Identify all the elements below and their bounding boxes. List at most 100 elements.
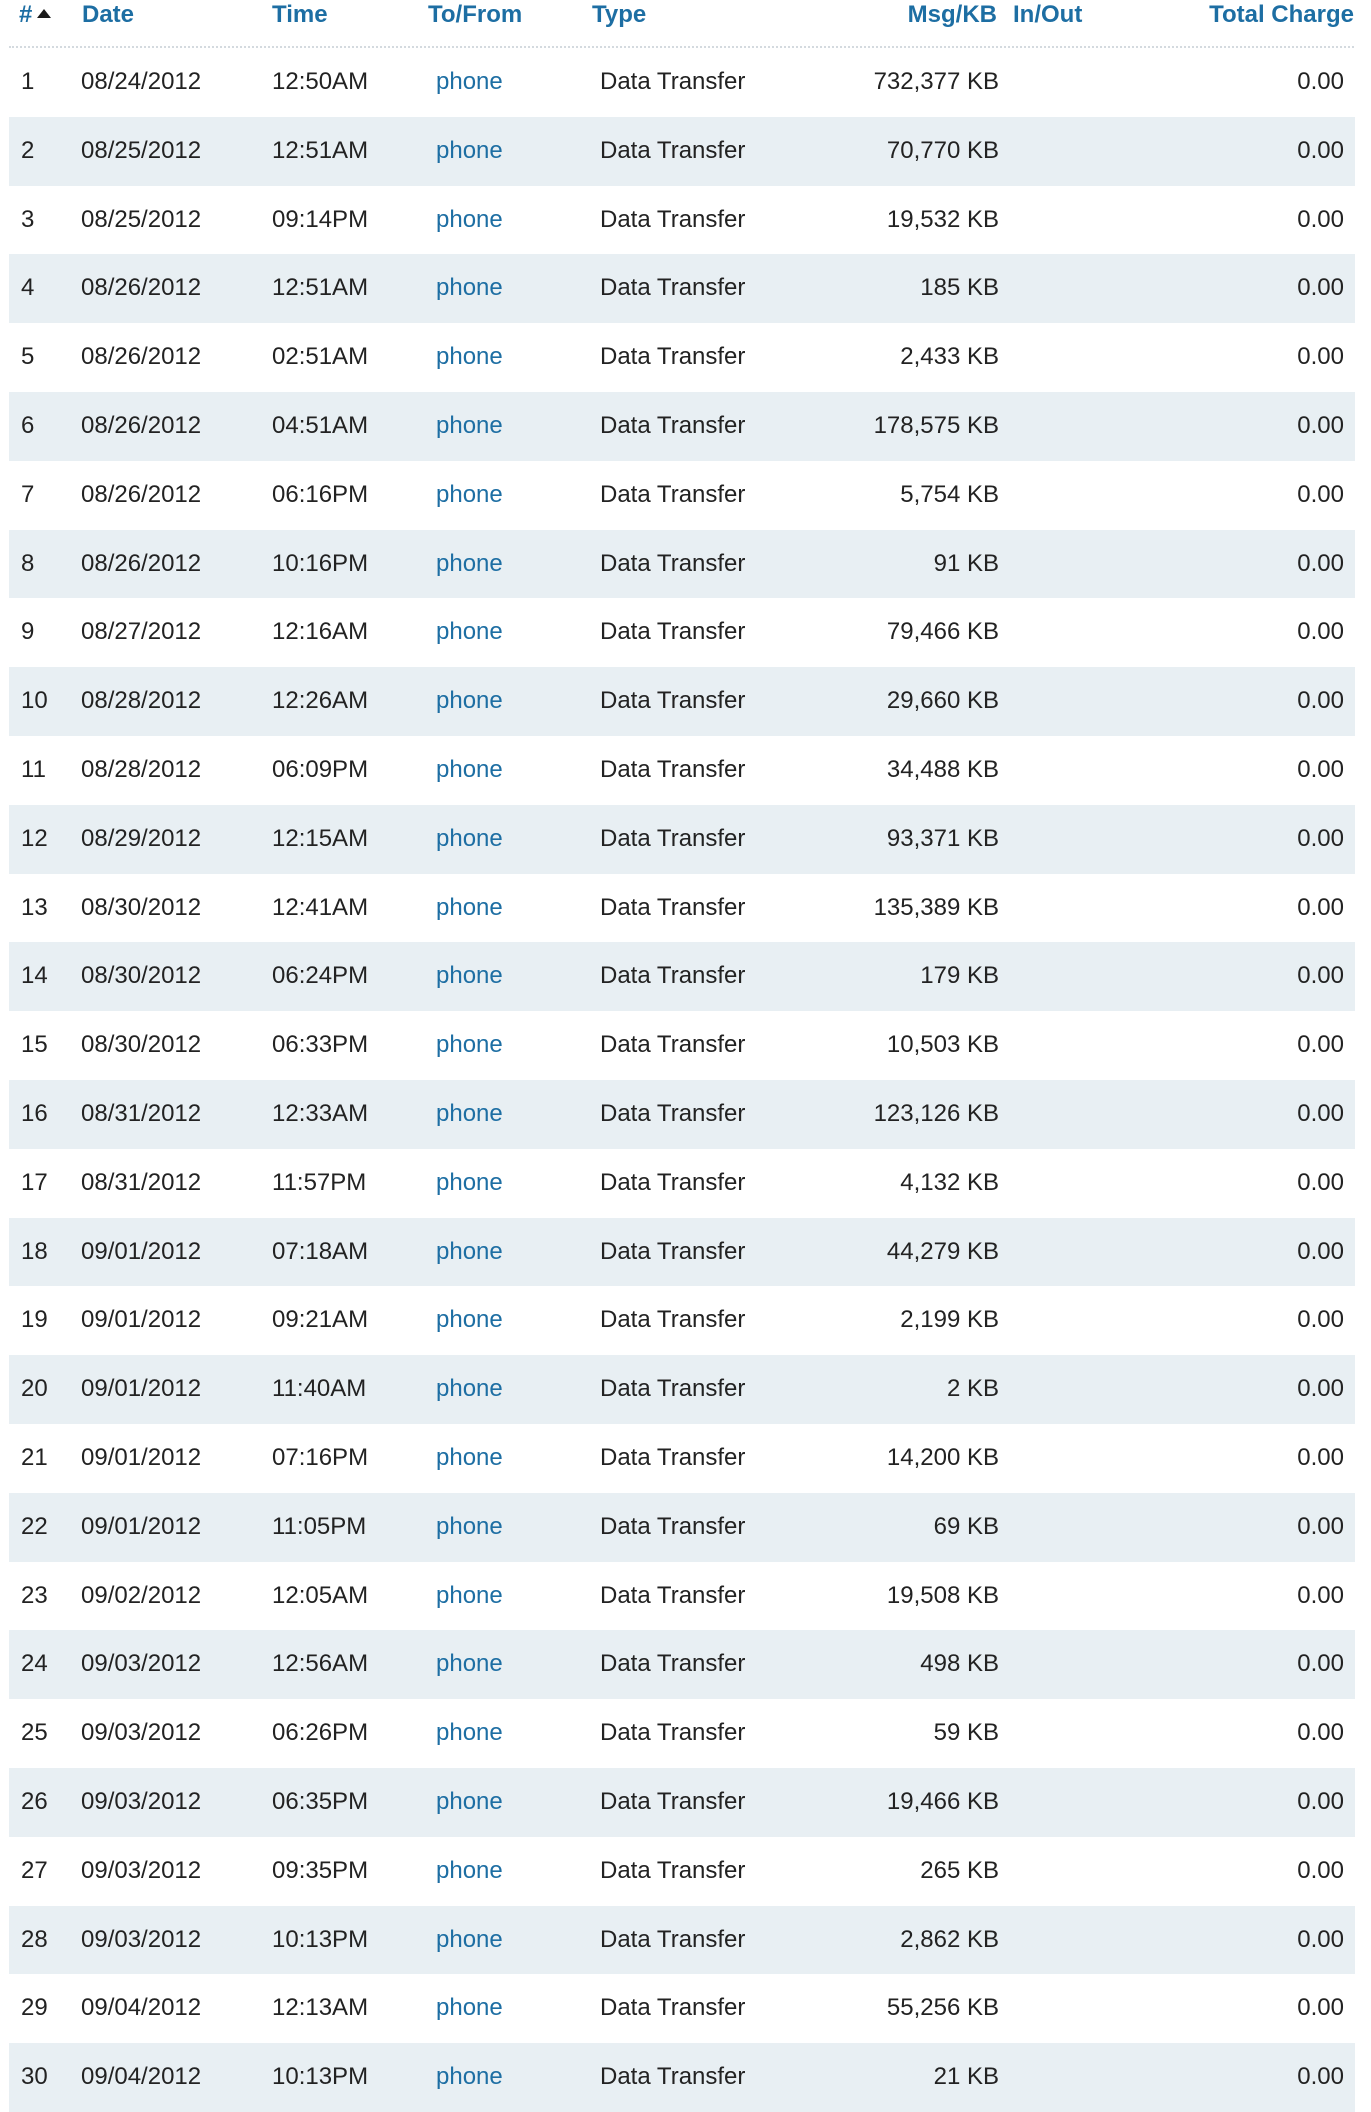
row-to-from-link[interactable]: phone	[436, 1630, 503, 1699]
column-header-to-from[interactable]: To/From	[428, 0, 522, 30]
row-date: 08/26/2012	[81, 480, 202, 508]
table-row: 12 08/29/2012 12:15AM phone Data Transfer 93,…	[9, 804, 1355, 874]
row-to-from-link[interactable]: phone	[436, 48, 503, 117]
row-to-from-link[interactable]: phone	[436, 461, 503, 530]
table-row: 9 08/27/2012 12:16AM phone Data Transfer 79,4…	[9, 598, 1355, 667]
row-type: Data Transfer	[600, 205, 746, 233]
row-total-charge: 0.00	[1297, 411, 1344, 439]
row-to-from-link[interactable]: phone	[436, 805, 503, 874]
row-time: 06:09PM	[272, 755, 369, 783]
row-msg-kb: 178,575 KB	[873, 411, 999, 439]
row-to-from-link[interactable]: phone	[436, 1286, 503, 1355]
row-to-from-link[interactable]: phone	[436, 1011, 503, 1080]
table-row: 19 09/01/2012 09:21AM phone Data Transfer 2,1…	[9, 1286, 1355, 1355]
row-to-from-link[interactable]: phone	[436, 598, 503, 667]
table-row: 16 08/31/2012 12:33AM phone Data Transfer 123…	[9, 1079, 1355, 1149]
row-to-from-link[interactable]: phone	[436, 942, 503, 1011]
row-date: 08/26/2012	[81, 343, 202, 371]
row-to-from-link[interactable]: phone	[436, 1424, 503, 1493]
row-type: Data Transfer	[600, 1375, 746, 1403]
row-to-from-link[interactable]: phone	[436, 1149, 503, 1218]
row-date: 08/26/2012	[81, 274, 202, 302]
row-time: 06:35PM	[272, 1787, 369, 1815]
row-to-from-link[interactable]: phone	[436, 530, 503, 599]
row-to-from-link[interactable]: phone	[436, 1699, 503, 1768]
row-to-from-link[interactable]: phone	[436, 1974, 503, 2043]
row-to-from-link[interactable]: phone	[436, 874, 503, 943]
row-date: 08/28/2012	[81, 755, 202, 783]
table-row: 6 08/26/2012 04:51AM phone Data Transfer 178,…	[9, 391, 1355, 461]
row-to-from-link[interactable]: phone	[436, 1355, 503, 1424]
row-time: 10:16PM	[272, 549, 369, 577]
row-number: 29	[21, 1994, 48, 2022]
row-number: 7	[21, 480, 35, 508]
row-to-from-link[interactable]: phone	[436, 1493, 503, 1562]
table-row: 24 09/03/2012 12:56AM phone Data Transfer 498…	[9, 1630, 1355, 1700]
row-type: Data Transfer	[600, 1650, 746, 1678]
row-msg-kb: 29,660 KB	[886, 687, 999, 715]
row-to-from-link[interactable]: phone	[436, 1906, 503, 1975]
table-row: 7 08/26/2012 06:16PM phone Data Transfer 5,75…	[9, 461, 1355, 530]
table-row: 15 08/30/2012 06:33PM phone Data Transfer 10,…	[9, 1011, 1355, 1080]
row-date: 08/30/2012	[81, 1031, 202, 1059]
row-type: Data Transfer	[600, 618, 746, 646]
row-number: 4	[21, 274, 35, 302]
row-total-charge: 0.00	[1297, 68, 1344, 95]
table-row: 21 09/01/2012 07:16PM phone Data Transfer 14,…	[9, 1424, 1355, 1493]
row-total-charge: 0.00	[1297, 1099, 1344, 1127]
row-to-from-link[interactable]: phone	[436, 1562, 503, 1631]
row-number: 9	[21, 618, 35, 646]
row-date: 09/04/2012	[81, 1994, 202, 2022]
column-header-in-out[interactable]: In/Out	[1013, 0, 1082, 30]
row-msg-kb: 91 KB	[933, 549, 999, 577]
row-number: 15	[21, 1031, 48, 1059]
row-type: Data Transfer	[600, 480, 746, 508]
row-total-charge: 0.00	[1297, 1994, 1344, 2022]
row-to-from-link[interactable]: phone	[436, 254, 503, 323]
row-time: 10:13PM	[272, 1925, 369, 1953]
table-row: 5 08/26/2012 02:51AM phone Data Transfer 2,43…	[9, 323, 1355, 392]
row-time: 12:41AM	[272, 893, 369, 921]
row-total-charge: 0.00	[1297, 1856, 1344, 1884]
table-row: 4 08/26/2012 12:51AM phone Data Transfer 185 …	[9, 254, 1355, 324]
row-msg-kb: 19,466 KB	[886, 1787, 999, 1815]
column-header-type[interactable]: Type	[592, 0, 646, 30]
row-to-from-link[interactable]: phone	[436, 1218, 503, 1287]
row-date: 09/01/2012	[81, 1237, 202, 1265]
sort-ascending-icon[interactable]	[37, 9, 52, 18]
row-time: 12:26AM	[272, 687, 369, 715]
row-number: 26	[21, 1787, 48, 1815]
row-date: 08/31/2012	[81, 1099, 202, 1127]
row-total-charge: 0.00	[1297, 893, 1344, 921]
row-number: 3	[21, 205, 35, 233]
row-to-from-link[interactable]: phone	[436, 736, 503, 805]
row-date: 08/26/2012	[81, 411, 202, 439]
table-row: 18 09/01/2012 07:18AM phone Data Transfer 44,…	[9, 1217, 1355, 1287]
row-to-from-link[interactable]: phone	[436, 1837, 503, 1906]
row-msg-kb: 179 KB	[920, 962, 999, 990]
row-to-from-link[interactable]: phone	[436, 186, 503, 255]
table-row: 29 09/04/2012 12:13AM phone Data Transfer 55,…	[9, 1974, 1355, 2043]
row-number: 5	[21, 343, 35, 371]
column-header-total-charge[interactable]: Total Charge	[1209, 0, 1354, 30]
row-to-from-link[interactable]: phone	[436, 117, 503, 186]
row-date: 09/01/2012	[81, 1306, 202, 1334]
column-header-number[interactable]: #	[19, 0, 52, 30]
row-total-charge: 0.00	[1297, 1719, 1344, 1747]
row-to-from-link[interactable]: phone	[436, 1768, 503, 1837]
row-to-from-link[interactable]: phone	[436, 667, 503, 736]
row-to-from-link[interactable]: phone	[436, 1080, 503, 1149]
column-header-time[interactable]: Time	[272, 0, 328, 30]
table-row: 10 08/28/2012 12:26AM phone Data Transfer 29,…	[9, 667, 1355, 736]
row-msg-kb: 19,532 KB	[886, 205, 999, 233]
row-number: 21	[21, 1443, 48, 1471]
row-to-from-link[interactable]: phone	[436, 2043, 503, 2112]
row-msg-kb: 14,200 KB	[886, 1443, 999, 1471]
row-time: 12:05AM	[272, 1581, 369, 1609]
row-to-from-link[interactable]: phone	[436, 323, 503, 392]
column-header-date[interactable]: Date	[82, 0, 134, 30]
row-msg-kb: 5,754 KB	[900, 480, 999, 508]
row-time: 11:40AM	[272, 1375, 367, 1403]
column-header-msg-kb[interactable]: Msg/KB	[908, 0, 997, 30]
row-to-from-link[interactable]: phone	[436, 392, 503, 461]
